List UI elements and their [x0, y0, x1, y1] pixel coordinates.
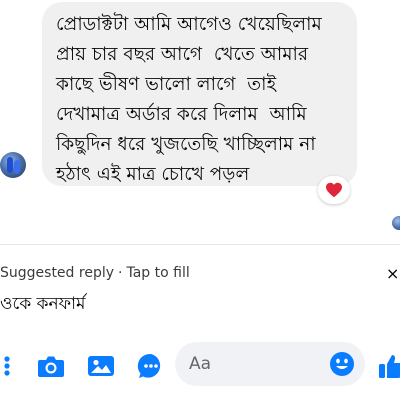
tap-to-fill-label: Tap to fill	[126, 265, 190, 281]
seen-avatar	[392, 216, 400, 230]
suggested-reply-header: Suggested reply · Tap to fill	[0, 265, 190, 281]
photo-icon[interactable]	[87, 352, 115, 380]
suggested-reply-panel[interactable]: Suggested reply · Tap to fill × ওকে কনফার্…	[0, 244, 400, 324]
voice-clip-icon[interactable]	[137, 352, 165, 380]
heart-reaction[interactable]	[318, 176, 350, 204]
suggested-reply-label: Suggested reply	[0, 265, 115, 281]
sender-avatar[interactable]	[0, 152, 26, 178]
suggested-reply-text[interactable]: ওকে কনফার্ম	[0, 291, 85, 319]
heart-icon	[326, 182, 342, 198]
composer-toolbar	[0, 338, 400, 394]
camera-icon[interactable]	[37, 352, 65, 380]
message-thread: প্রোডাক্টটা আমি আগেও খেয়েছিলাম প্রায় চ…	[0, 0, 400, 240]
emoji-icon[interactable]	[329, 351, 355, 377]
message-text: প্রোডাক্টটা আমি আগেও খেয়েছিলাম প্রায় চ…	[56, 10, 345, 190]
avatar-figure-right	[14, 160, 20, 174]
message-line: প্রায় চার বছর আগে খেতে আমার	[56, 44, 309, 65]
message-line: হঠাৎ এই মাত্র চোখে পড়ল	[56, 164, 250, 185]
message-line: কিছুদিন ধরে খুজতেছি খাচ্ছিলাম না	[56, 134, 316, 155]
message-input[interactable]	[189, 350, 319, 378]
thumbs-up-icon[interactable]	[378, 352, 400, 380]
message-line: কাছে ভীষণ ভালো লাগে তাই	[56, 74, 277, 95]
message-input-wrapper[interactable]	[175, 342, 365, 386]
close-icon[interactable]: ×	[386, 264, 399, 283]
avatar-figure-left	[7, 157, 13, 173]
more-icon[interactable]	[2, 352, 12, 380]
received-message-bubble[interactable]: প্রোডাক্টটা আমি আগেও খেয়েছিলাম প্রায় চ…	[42, 2, 357, 186]
separator-dot: ·	[118, 265, 123, 281]
message-line: প্রোডাক্টটা আমি আগেও খেয়েছিলাম	[56, 14, 322, 35]
message-line: দেখামাত্র অর্ডার করে দিলাম আমি	[56, 104, 307, 125]
